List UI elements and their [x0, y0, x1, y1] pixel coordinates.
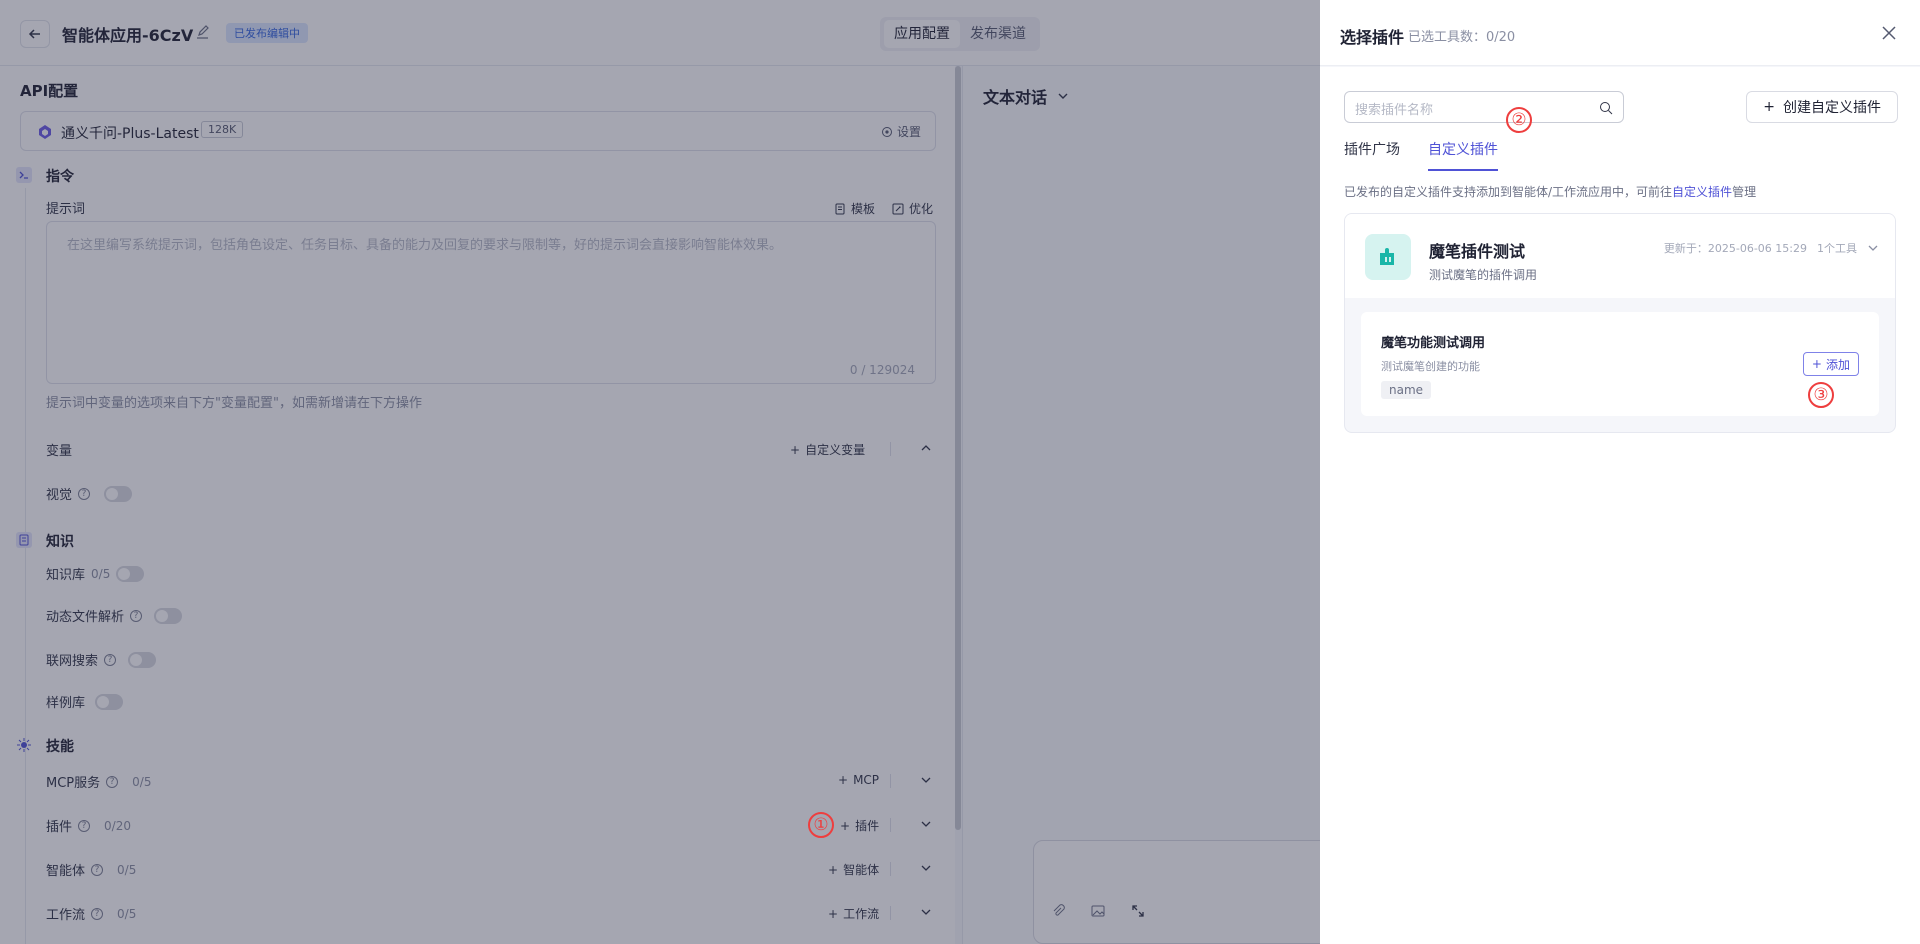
puzzle-icon — [1380, 248, 1394, 265]
tool-name: 魔笔功能测试调用 — [1381, 336, 1486, 351]
create-plugin-label: 创建自定义插件 — [1783, 100, 1881, 116]
add-tool-label: 添加 — [1825, 357, 1850, 372]
drawer-title: 选择插件 — [1340, 28, 1405, 47]
custom-plugin-info: 已发布的自定义插件支持添加到智能体/工作流应用中，可前往自定义插件管理 — [1344, 183, 1756, 200]
custom-plugin-manage-link[interactable]: 自定义插件 — [1672, 185, 1732, 199]
plugin-logo-icon — [1365, 234, 1411, 280]
modal-overlay[interactable] — [0, 0, 1320, 944]
tab-custom-plugin[interactable]: 自定义插件 — [1428, 137, 1498, 171]
annotation-marker-3: ③ — [1808, 382, 1834, 408]
drawer-body: 搜索插件名称 + 创建自定义插件 插件广场 自定义插件 ② 已发布的自定义插件支… — [1320, 67, 1920, 944]
plugin-updated: 更新于：2025-06-06 15:29 — [1663, 242, 1807, 255]
info-text: 已发布的自定义插件支持添加到智能体/工作流应用中，可前往 — [1344, 185, 1673, 199]
chevron-down-icon[interactable] — [1867, 242, 1879, 254]
tab-plugin-market[interactable]: 插件广场 — [1344, 137, 1400, 171]
plugin-description: 测试魔笔的插件调用 — [1429, 268, 1538, 282]
plugin-name: 魔笔插件测试 — [1429, 242, 1526, 261]
add-tool-button[interactable]: + 添加 — [1802, 352, 1859, 376]
plugin-meta: 更新于：2025-06-06 15:29 1个工具 — [1664, 240, 1857, 256]
plus-icon: + — [1763, 99, 1775, 115]
plugin-card-header[interactable]: 魔笔插件测试 测试魔笔的插件调用 更新于：2025-06-06 15:29 1个… — [1345, 214, 1895, 298]
select-plugin-drawer: 选择插件 已选工具数：0/20 搜索插件名称 + 创建自定义插件 插件广场 自定… — [1320, 0, 1920, 944]
tool-param-tag: name — [1381, 381, 1432, 399]
plugin-tabs: 插件广场 自定义插件 — [1344, 137, 1498, 171]
tool-description: 测试魔笔创建的功能 — [1381, 360, 1480, 373]
selected-tool-count: 已选工具数：0/20 — [1408, 30, 1516, 45]
annotation-marker-2: ② — [1506, 107, 1532, 133]
plugin-search-input[interactable]: 搜索插件名称 — [1344, 91, 1624, 123]
close-icon[interactable] — [1880, 24, 1898, 42]
annotation-marker-1: ① — [808, 812, 834, 838]
tool-item: 魔笔功能测试调用 测试魔笔创建的功能 name + 添加 — [1361, 312, 1879, 416]
plugin-tool-count: 1个工具 — [1817, 242, 1857, 255]
create-custom-plugin-button[interactable]: + 创建自定义插件 — [1746, 91, 1898, 123]
search-placeholder: 搜索插件名称 — [1355, 103, 1434, 118]
plus-icon: + — [1811, 357, 1822, 371]
info-suffix: 管理 — [1732, 185, 1757, 199]
search-icon[interactable] — [1599, 101, 1613, 115]
drawer-header: 选择插件 已选工具数：0/20 — [1320, 0, 1920, 66]
